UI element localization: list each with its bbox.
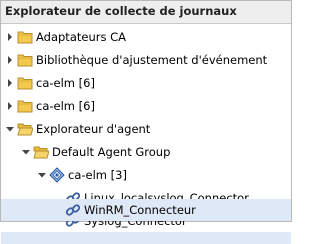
tree-node-agent-ca-elm-3[interactable]: ca-elm [3]: [1, 163, 291, 186]
tree-node-label: ca-elm [6]: [36, 98, 95, 113]
folder-open-icon: [33, 144, 49, 160]
folder-icon: [17, 29, 33, 45]
tree-node-label: Default Agent Group: [52, 144, 171, 159]
explorer-tree: Adaptateurs CA Bibliothèque d'ajustement…: [1, 24, 291, 244]
folder-icon: [17, 98, 33, 114]
tree-node-default-agent-group[interactable]: Default Agent Group: [1, 140, 291, 163]
expand-arrow-icon[interactable]: [5, 101, 15, 111]
tree-node-bibliotheque[interactable]: Bibliothèque d'ajustement d'événement: [1, 48, 291, 71]
tree-node-label: ca-elm [3]: [68, 167, 127, 182]
tree-node-winrm-connecteur[interactable]: [1, 232, 291, 244]
tree-node-adaptateurs-ca[interactable]: Adaptateurs CA: [1, 25, 291, 48]
folder-open-icon: [17, 121, 33, 137]
agent-icon: [49, 166, 65, 183]
expand-arrow-icon[interactable]: [5, 55, 15, 65]
collapse-arrow-icon[interactable]: [5, 124, 15, 134]
folder-icon: [17, 52, 33, 68]
tree-node-label: WinRM_Connecteur: [84, 203, 196, 217]
tree-node-label: Adaptateurs CA: [36, 29, 127, 44]
connector-icon: [65, 202, 81, 218]
tree-node-label: ca-elm [6]: [36, 75, 95, 90]
expand-arrow-icon[interactable]: [5, 78, 15, 88]
collapse-arrow-icon[interactable]: [21, 147, 31, 157]
tree-node-ca-elm-6-a[interactable]: ca-elm [6]: [1, 71, 291, 94]
tree-node-winrm-connecteur-row[interactable]: WinRM_Connecteur: [1, 199, 291, 221]
tree-node-explorateur-agent[interactable]: Explorateur d'agent: [1, 117, 291, 140]
log-collection-explorer-panel: Explorateur de collecte de journaux Adap…: [0, 0, 292, 244]
tree-node-label: Bibliothèque d'ajustement d'événement: [36, 52, 268, 67]
expand-arrow-icon[interactable]: [5, 32, 15, 42]
tree-node-ca-elm-6-b[interactable]: ca-elm [6]: [1, 94, 291, 117]
tree-node-label: Explorateur d'agent: [36, 121, 151, 136]
folder-icon: [17, 75, 33, 91]
collapse-arrow-icon[interactable]: [37, 170, 47, 180]
panel-title: Explorateur de collecte de journaux: [1, 1, 291, 24]
